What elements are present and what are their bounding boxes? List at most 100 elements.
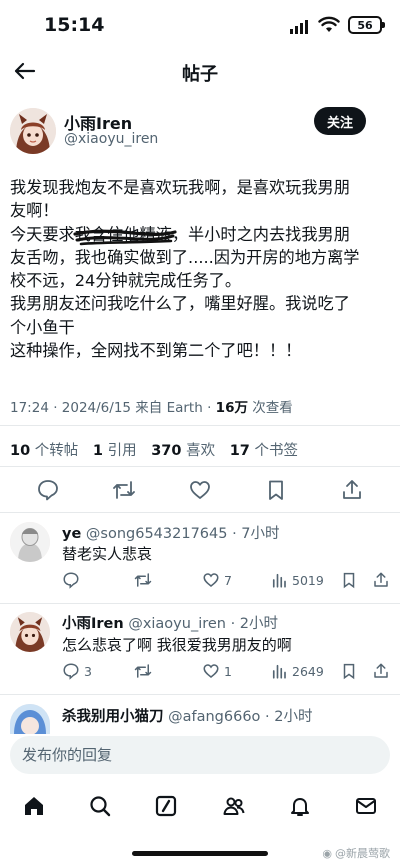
reply-share-button[interactable] — [372, 571, 390, 589]
retweet-label: 个转帖 — [30, 443, 79, 459]
bell-icon[interactable] — [288, 794, 312, 818]
view-label: 次查看 — [247, 400, 293, 416]
post-line: 这种操作，全网找不到第二个了吧！！！ — [10, 341, 302, 361]
post-body: 我发现我炮友不是喜欢玩我啊，是喜欢玩我男朋 友啊！ 今天要求我含住他精液 ，半小时… — [10, 176, 388, 362]
share-icon — [374, 572, 388, 587]
post-meta: 17:24 · 2024/6/15 来自 Earth · 16万 次查看 — [10, 396, 293, 416]
people-icon[interactable] — [222, 794, 246, 818]
reply-action-bar: 7 5019 — [0, 571, 400, 591]
views-icon — [272, 664, 286, 679]
bookmark-icon — [343, 572, 355, 589]
post-text: ，半小时之内去找我男朋 — [171, 224, 350, 244]
reply-share-button[interactable] — [372, 662, 390, 680]
retweet-icon — [134, 573, 152, 587]
reply-view-count: 2649 — [292, 663, 324, 679]
retweet-icon[interactable] — [112, 478, 136, 502]
like-label: 喜欢 — [181, 443, 216, 459]
bookmark-icon — [343, 663, 355, 680]
reply-comment-button[interactable]: 3 — [62, 662, 92, 680]
views-icon — [272, 573, 286, 588]
view-count: 16万 — [215, 400, 248, 416]
mail-icon[interactable] — [354, 794, 378, 818]
top-header: 帖子 — [0, 52, 400, 92]
reply-input[interactable] — [10, 736, 390, 774]
share-icon — [374, 663, 388, 678]
post-text: 今天要求 — [10, 224, 75, 244]
status-bar: 15:14 56 — [0, 0, 400, 48]
retweet-icon — [134, 664, 152, 678]
reply-avatar[interactable] — [10, 704, 50, 734]
battery-icon: 56 — [348, 16, 385, 34]
reply-author-name[interactable]: 杀我别用小猫刀 — [62, 709, 164, 725]
author-handle[interactable]: @xiaoyu_iren — [64, 131, 158, 147]
reply-like-count: 7 — [224, 572, 232, 588]
watermark: ◉ @新晨莺歌 — [322, 845, 390, 861]
quote-stat[interactable]: 1 引用 — [93, 443, 137, 459]
post-stats: 10 个转帖 1 引用 370 喜欢 17 个书签 — [10, 439, 308, 460]
author-avatar[interactable] — [10, 108, 56, 154]
reply-comment-count: 3 — [84, 663, 92, 679]
reply-handle[interactable]: @afang666o · 2小时 — [168, 709, 312, 725]
weibo-icon: ◉ — [322, 846, 332, 860]
divider — [0, 603, 400, 604]
reply-views[interactable]: 5019 — [270, 571, 324, 589]
reply-handle[interactable]: @song6543217645 · 7小时 — [86, 526, 280, 542]
post-line: 今天要求我含住他精液 ，半小时之内去找我男朋 — [10, 223, 388, 246]
post-line: 个小鱼干 — [10, 317, 75, 337]
post-line: 我男朋友还问我吃什么了，嘴里好腥。我说吃了 — [10, 294, 350, 314]
reply-author-name[interactable]: 小雨Iren — [62, 616, 124, 632]
post-line: 我发现我炮友不是喜欢玩我啊，是喜欢玩我男朋 — [10, 178, 350, 197]
reply-bookmark-button[interactable] — [340, 662, 358, 680]
home-icon[interactable] — [22, 794, 46, 818]
status-time: 15:14 — [44, 14, 105, 36]
bookmark-label: 个书签 — [249, 443, 299, 459]
post-line: 友舌吻，我也确实做到了.....因为开房的地方离学 — [10, 247, 360, 267]
reply-retweet-button[interactable] — [134, 571, 152, 589]
divider — [0, 425, 400, 426]
like-stat[interactable]: 370 喜欢 — [151, 443, 215, 459]
reply-author-name[interactable]: ye — [62, 526, 81, 542]
reply-header: 小雨Iren @xiaoyu_iren · 2小时 — [62, 612, 278, 633]
reply-comment-button[interactable] — [62, 571, 80, 589]
scribble-icon — [73, 229, 177, 245]
reply-header: 杀我别用小猫刀 @afang666o · 2小时 — [62, 705, 312, 726]
watermark-text: @新晨莺歌 — [335, 847, 390, 860]
quote-count: 1 — [92, 443, 103, 459]
quote-label: 引用 — [103, 443, 137, 459]
reply-retweet-button[interactable] — [134, 662, 152, 680]
battery-level: 56 — [357, 18, 373, 32]
retweet-count: 10 — [10, 443, 31, 459]
like-icon — [203, 573, 219, 587]
like-count: 370 — [151, 443, 182, 459]
post-timestamp: 17:24 · 2024/6/15 来自 Earth · — [10, 400, 216, 416]
reply-compose-box[interactable] — [10, 736, 390, 774]
bookmark-count: 17 — [229, 443, 250, 459]
reply-avatar[interactable] — [10, 612, 50, 652]
reply-views[interactable]: 2649 — [270, 662, 324, 680]
home-indicator — [132, 851, 268, 856]
bookmark-icon[interactable] — [264, 478, 288, 502]
wifi-icon — [318, 16, 340, 32]
reply-text: 替老实人悲哀 — [62, 545, 153, 563]
retweet-stat[interactable]: 10 个转帖 — [10, 443, 78, 459]
reply-bookmark-button[interactable] — [340, 571, 358, 589]
follow-button[interactable]: 关注 — [314, 107, 366, 135]
bookmark-stat[interactable]: 17 个书签 — [230, 443, 298, 459]
reply-header: ye @song6543217645 · 7小时 — [62, 522, 280, 543]
reply-view-count: 5019 — [292, 572, 324, 588]
reply-like-count: 1 — [224, 663, 232, 679]
like-icon[interactable] — [188, 478, 212, 502]
reply-like-button[interactable]: 7 — [202, 571, 232, 589]
reply-avatar[interactable] — [10, 522, 50, 562]
grok-icon[interactable] — [154, 794, 178, 818]
reply-action-bar: 3 1 2649 — [0, 662, 400, 682]
reply-icon[interactable] — [36, 478, 60, 502]
post-line: 友啊！ — [10, 201, 59, 221]
search-icon[interactable] — [88, 794, 112, 818]
like-icon — [203, 664, 219, 678]
post-action-bar — [0, 478, 400, 504]
share-icon[interactable] — [340, 478, 364, 502]
divider — [0, 512, 400, 513]
reply-handle[interactable]: @xiaoyu_iren · 2小时 — [128, 616, 278, 632]
reply-like-button[interactable]: 1 — [202, 662, 232, 680]
